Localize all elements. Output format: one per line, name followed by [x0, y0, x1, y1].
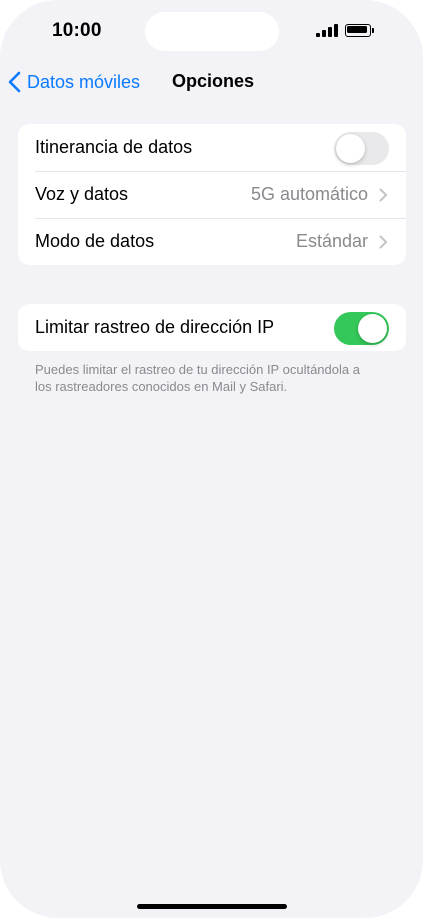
home-indicator[interactable]	[137, 904, 287, 909]
row-label: Voz y datos	[35, 184, 129, 204]
row-modo-de-datos[interactable]: Modo de datos Estándar	[18, 218, 406, 265]
row-label: Limitar rastreo de dirección IP	[35, 317, 275, 337]
chevron-right-icon	[379, 235, 387, 249]
back-button-label: Datos móviles	[27, 71, 141, 92]
settings-group-data: Itinerancia de datos Voz y datos 5G auto…	[18, 124, 406, 265]
navigation-bar: Datos móviles Opciones	[0, 62, 423, 102]
row-label: Modo de datos	[35, 231, 155, 251]
limitar-rastreo-ip-toggle[interactable]	[334, 312, 389, 345]
chevron-right-icon	[379, 188, 387, 202]
page-title: Opciones	[172, 71, 255, 91]
status-bar: 10:00	[0, 0, 423, 60]
back-button[interactable]: Datos móviles	[8, 70, 140, 94]
row-voz-y-datos[interactable]: Voz y datos 5G automático	[18, 171, 406, 218]
status-time: 10:00	[52, 20, 102, 41]
settings-group-ip: Limitar rastreo de dirección IP	[18, 304, 406, 351]
toggle-knob	[358, 314, 387, 343]
row-value: 5G automático	[250, 184, 368, 204]
phone-screen: 10:00 Datos móviles Opciones Itinerancia…	[0, 0, 423, 918]
toggle-knob	[336, 134, 365, 163]
cellular-signal-icon	[316, 24, 338, 37]
row-limitar-rastreo-ip: Limitar rastreo de dirección IP	[18, 304, 406, 351]
group-footer-note: Puedes limitar el rastreo de tu direcció…	[35, 362, 360, 394]
dynamic-island	[145, 12, 279, 51]
row-value: Estándar	[295, 231, 368, 251]
itinerancia-datos-toggle[interactable]	[334, 132, 389, 165]
row-itinerancia-datos: Itinerancia de datos	[18, 124, 406, 171]
chevron-left-icon	[8, 71, 21, 93]
row-label: Itinerancia de datos	[35, 137, 193, 157]
battery-icon	[345, 24, 375, 37]
